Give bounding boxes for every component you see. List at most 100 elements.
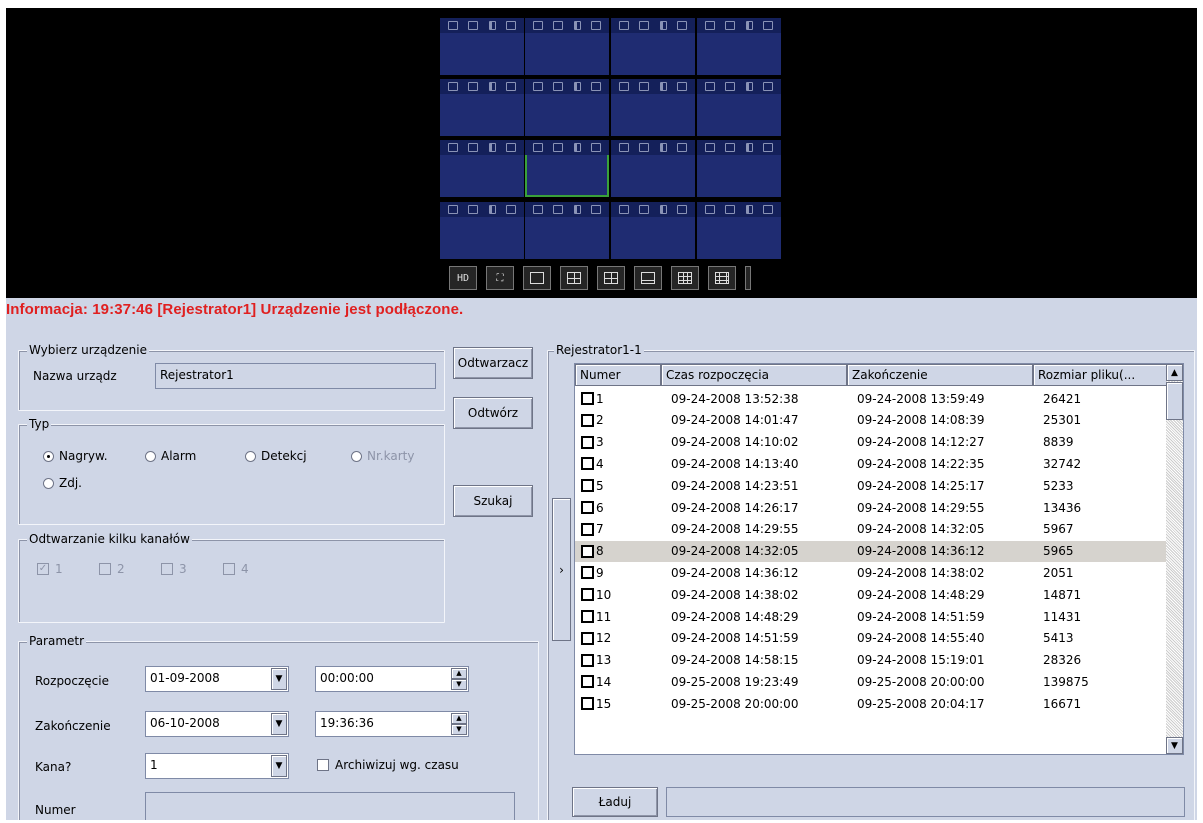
- video-cell[interactable]: [525, 18, 609, 75]
- search-button[interactable]: Szukaj: [453, 485, 533, 517]
- close-icon[interactable]: [590, 21, 601, 30]
- close-icon[interactable]: [590, 82, 601, 91]
- spin-down-icon[interactable]: ▼: [451, 724, 467, 735]
- video-cell[interactable]: [611, 202, 695, 259]
- speaker-icon[interactable]: [488, 21, 496, 30]
- record-icon[interactable]: [639, 205, 650, 214]
- record-icon[interactable]: [468, 143, 479, 152]
- archive-by-time-checkbox[interactable]: Archiwizuj wg. czasu: [317, 758, 459, 772]
- end-date-field[interactable]: 06-10-2008 ▼: [145, 711, 289, 737]
- row-checkbox[interactable]: [581, 675, 594, 689]
- type-motion-radio[interactable]: Detekcj: [245, 449, 307, 463]
- record-icon[interactable]: [553, 21, 564, 30]
- video-cell[interactable]: [611, 140, 695, 197]
- video-cell[interactable]: [611, 18, 695, 75]
- speaker-icon[interactable]: [488, 143, 496, 152]
- end-date-dropdown[interactable]: ▼: [271, 713, 287, 735]
- record-icon[interactable]: [468, 21, 479, 30]
- video-cell[interactable]: [525, 79, 609, 136]
- camera-icon[interactable]: [705, 21, 716, 30]
- camera-icon[interactable]: [533, 21, 544, 30]
- table-row[interactable]: 15 09-25-2008 20:00:00 09-25-2008 20:04:17…: [575, 693, 1167, 714]
- start-date-dropdown[interactable]: ▼: [271, 668, 287, 690]
- video-cell[interactable]: [440, 18, 524, 75]
- row-checkbox[interactable]: [581, 522, 594, 536]
- row-checkbox[interactable]: [581, 501, 594, 514]
- device-name-field[interactable]: Rejestrator1: [155, 363, 436, 389]
- speaker-icon[interactable]: [573, 21, 581, 30]
- table-row[interactable]: 4 09-24-2008 14:13:40 09-24-2008 14:22:35 3…: [575, 453, 1167, 474]
- row-checkbox[interactable]: [581, 435, 594, 449]
- load-button[interactable]: Ładuj: [572, 787, 658, 817]
- player-button[interactable]: Odtwarzacz: [453, 347, 533, 379]
- camera-icon[interactable]: [448, 205, 459, 214]
- speaker-icon[interactable]: [573, 82, 581, 91]
- record-icon[interactable]: [639, 143, 650, 152]
- camera-icon[interactable]: [533, 143, 544, 152]
- camera-icon[interactable]: [705, 82, 716, 91]
- video-cell[interactable]: [611, 79, 695, 136]
- record-icon[interactable]: [725, 143, 736, 152]
- video-cell[interactable]: [697, 202, 781, 259]
- channel-dropdown[interactable]: ▼: [271, 755, 287, 777]
- end-time-spinner[interactable]: ▲ ▼: [451, 713, 467, 735]
- table-row[interactable]: 13 09-24-2008 14:58:15 09-24-2008 15:19:01…: [575, 650, 1167, 671]
- fullscreen-button[interactable]: ⛶: [486, 266, 514, 290]
- speaker-icon[interactable]: [573, 143, 581, 152]
- camera-icon[interactable]: [533, 82, 544, 91]
- close-icon[interactable]: [590, 143, 601, 152]
- row-checkbox[interactable]: [581, 392, 594, 405]
- speaker-icon[interactable]: [745, 82, 753, 91]
- speaker-icon[interactable]: [488, 82, 496, 91]
- channel-select[interactable]: 1 ▼: [145, 753, 289, 779]
- row-checkbox[interactable]: [581, 697, 594, 711]
- column-header-start[interactable]: Czas rozpoczęcia: [661, 364, 847, 386]
- start-time-field[interactable]: 00:00:00 ▲ ▼: [315, 666, 469, 692]
- spin-down-icon[interactable]: ▼: [451, 679, 467, 690]
- scroll-up-icon[interactable]: ▲: [1166, 364, 1183, 381]
- close-icon[interactable]: [505, 21, 516, 30]
- speaker-icon[interactable]: [745, 205, 753, 214]
- table-row[interactable]: 2 09-24-2008 14:01:47 09-24-2008 14:08:39 2…: [575, 410, 1167, 431]
- speaker-icon[interactable]: [745, 21, 753, 30]
- layout-more-button[interactable]: [745, 266, 751, 290]
- layout-9-button[interactable]: [671, 266, 699, 290]
- table-row[interactable]: 3 09-24-2008 14:10:02 09-24-2008 14:12:27 8…: [575, 432, 1167, 453]
- row-checkbox[interactable]: [581, 479, 594, 493]
- speaker-icon[interactable]: [573, 205, 581, 214]
- close-icon[interactable]: [676, 21, 687, 30]
- spin-up-icon[interactable]: ▲: [451, 668, 467, 679]
- camera-icon[interactable]: [705, 143, 716, 152]
- camera-icon[interactable]: [533, 205, 544, 214]
- close-icon[interactable]: [505, 82, 516, 91]
- row-checkbox[interactable]: [581, 566, 594, 580]
- video-cell[interactable]: [440, 202, 524, 259]
- record-icon[interactable]: [639, 21, 650, 30]
- video-cell[interactable]: [440, 140, 524, 197]
- record-icon[interactable]: [553, 82, 564, 91]
- row-checkbox[interactable]: [581, 457, 594, 471]
- layout-8-button[interactable]: [634, 266, 662, 290]
- type-alarm-radio[interactable]: Alarm: [145, 449, 196, 463]
- record-icon[interactable]: [468, 205, 479, 214]
- type-record-radio[interactable]: Nagryw.: [43, 449, 108, 463]
- close-icon[interactable]: [676, 205, 687, 214]
- table-row[interactable]: 7 09-24-2008 14:29:55 09-24-2008 14:32:05 5…: [575, 519, 1167, 540]
- row-checkbox[interactable]: [581, 631, 594, 645]
- speaker-icon[interactable]: [659, 143, 667, 152]
- collapse-panel-button[interactable]: ›: [552, 498, 571, 641]
- close-icon[interactable]: [590, 205, 601, 214]
- start-time-spinner[interactable]: ▲ ▼: [451, 668, 467, 690]
- speaker-icon[interactable]: [488, 205, 496, 214]
- close-icon[interactable]: [762, 21, 773, 30]
- video-cell[interactable]: [525, 140, 609, 197]
- speaker-icon[interactable]: [659, 21, 667, 30]
- camera-icon[interactable]: [619, 205, 630, 214]
- record-icon[interactable]: [468, 82, 479, 91]
- close-icon[interactable]: [676, 143, 687, 152]
- column-header-end[interactable]: Zakończenie: [847, 364, 1033, 386]
- speaker-icon[interactable]: [659, 82, 667, 91]
- table-scrollbar[interactable]: ▲ ▼: [1166, 364, 1183, 754]
- camera-icon[interactable]: [619, 21, 630, 30]
- row-checkbox[interactable]: [581, 413, 594, 427]
